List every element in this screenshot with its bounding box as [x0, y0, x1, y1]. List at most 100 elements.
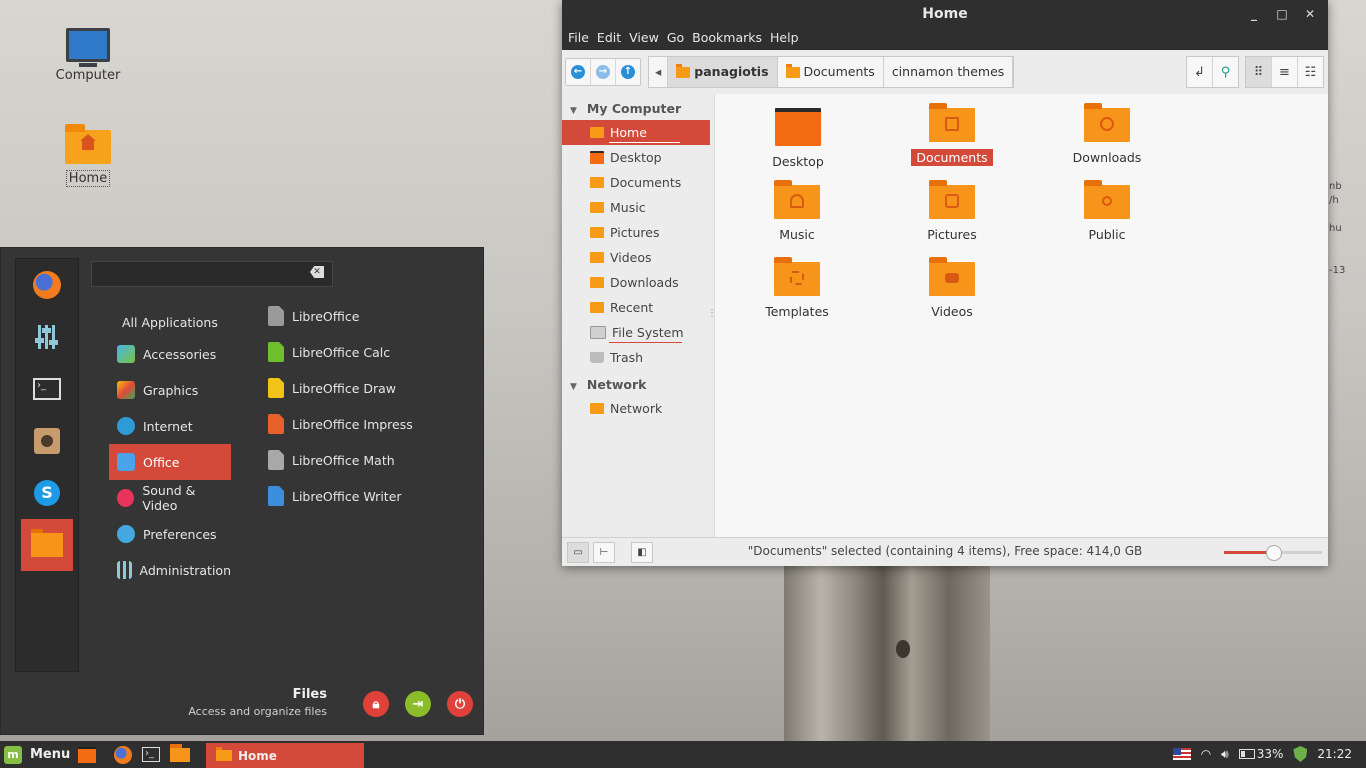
sidebar-item-pictures[interactable]: Pictures: [562, 220, 714, 245]
icon-view-button[interactable]: ⠿: [1246, 57, 1272, 87]
volume-icon[interactable]: 🔊︎: [1221, 747, 1229, 762]
battery-indicator[interactable]: 33%: [1238, 747, 1283, 761]
keyboard-layout-us-flag-icon[interactable]: [1172, 748, 1191, 760]
folder-item-public[interactable]: Public: [1062, 180, 1152, 243]
category-office[interactable]: Office: [109, 444, 231, 480]
folder-item-pictures[interactable]: Pictures: [907, 180, 997, 243]
category-graphics[interactable]: Graphics: [109, 372, 231, 408]
breadcrumb-documents[interactable]: Documents: [778, 57, 884, 87]
launcher-show-desktop[interactable]: [76, 744, 98, 765]
sidebar-item-network[interactable]: Network: [562, 396, 714, 421]
category-preferences[interactable]: Preferences: [109, 516, 231, 552]
menu-search-input[interactable]: [92, 262, 304, 286]
favorite-update-manager[interactable]: [16, 415, 78, 467]
folder-item-templates[interactable]: Templates: [752, 257, 842, 320]
sidebar-item-recent[interactable]: Recent: [562, 295, 714, 320]
music-folder-icon: [774, 180, 820, 219]
sidebar-item-downloads[interactable]: Downloads: [562, 270, 714, 295]
back-button[interactable]: ←: [566, 59, 591, 85]
menu-search-box: ✕: [91, 261, 333, 287]
category-accessories[interactable]: Accessories: [109, 336, 231, 372]
category-internet[interactable]: Internet: [109, 408, 231, 444]
launcher-firefox[interactable]: [112, 744, 134, 765]
menu-button[interactable]: m Menu: [4, 744, 70, 765]
favorite-terminal[interactable]: [16, 363, 78, 415]
maximize-button[interactable]: □: [1272, 0, 1292, 28]
folder-item-downloads[interactable]: Downloads: [1062, 103, 1152, 166]
location-toggle-button[interactable]: ↲: [1187, 57, 1213, 87]
drive-icon: [590, 326, 606, 339]
favorite-files[interactable]: [21, 519, 73, 571]
sidebar-item-videos[interactable]: Videos: [562, 245, 714, 270]
menu-bookmarks[interactable]: Bookmarks: [690, 28, 768, 50]
sidebar-item-file-system[interactable]: File System: [562, 320, 714, 345]
desktop-icon-computer[interactable]: Computer: [43, 28, 133, 83]
menu-go[interactable]: Go: [665, 28, 690, 50]
launcher-terminal[interactable]: [140, 744, 162, 765]
forward-button[interactable]: →: [591, 59, 616, 85]
search-button[interactable]: ⚲: [1213, 57, 1238, 87]
zoom-slider-handle[interactable]: [1266, 545, 1282, 561]
home-folder-icon: [65, 124, 111, 164]
app-libreoffice-draw[interactable]: LibreOffice Draw: [268, 370, 468, 406]
app-libreoffice-math[interactable]: LibreOffice Math: [268, 442, 468, 478]
breadcrumb-panagiotis[interactable]: panagiotis: [668, 57, 778, 87]
menu-view[interactable]: View: [627, 28, 665, 50]
app-label: LibreOffice Impress: [292, 416, 413, 432]
window-titlebar[interactable]: Home _ □ ✕: [562, 0, 1328, 28]
compact-view-button[interactable]: ☷: [1298, 57, 1323, 87]
folder-item-music[interactable]: Music: [752, 180, 842, 243]
office-icon: [117, 453, 135, 471]
logout-button[interactable]: ⇥: [405, 691, 431, 717]
menu-edit[interactable]: Edit: [595, 28, 627, 50]
desktop-wallpaper-post: [784, 560, 990, 744]
category-label: Preferences: [143, 526, 217, 542]
minimize-button[interactable]: _: [1244, 0, 1264, 28]
favorites-bar: S: [15, 258, 79, 672]
sidebar-item-home[interactable]: Home: [562, 120, 710, 145]
breadcrumb-scroll-left[interactable]: ◂: [649, 57, 669, 87]
clear-search-icon[interactable]: ✕: [310, 266, 324, 278]
update-manager-shield-icon[interactable]: [1293, 746, 1308, 762]
breadcrumb-cinnamon-themes[interactable]: cinnamon themes: [884, 57, 1014, 87]
desktop-icon-home[interactable]: Home: [43, 124, 133, 187]
folder-item-videos[interactable]: Videos: [907, 257, 997, 320]
close-button[interactable]: ✕: [1300, 0, 1320, 28]
category-sound-video[interactable]: Sound & Video: [109, 480, 231, 516]
clock[interactable]: 21:22: [1317, 747, 1352, 761]
menu-file[interactable]: File: [566, 28, 595, 50]
sidebar-header-network[interactable]: ▼ Network: [562, 374, 714, 396]
zoom-slider[interactable]: [1224, 545, 1322, 561]
taskbar-window-home[interactable]: Home: [206, 743, 364, 768]
graphics-icon: [117, 381, 135, 399]
breadcrumb-label: cinnamon themes: [891, 64, 1005, 79]
category-all-applications[interactable]: All Applications: [109, 308, 231, 336]
up-button[interactable]: ↑: [616, 59, 640, 85]
lock-screen-button[interactable]: 🔒︎: [363, 691, 389, 717]
expander-icon: ▼: [570, 382, 577, 392]
sidebar-item-documents[interactable]: Documents: [562, 170, 714, 195]
folder-item-desktop[interactable]: Desktop: [753, 108, 843, 170]
sidebar-item-desktop[interactable]: Desktop: [562, 145, 714, 170]
favorite-firefox[interactable]: [16, 259, 78, 311]
app-libreoffice[interactable]: LibreOffice: [268, 298, 468, 334]
launcher-files[interactable]: [169, 743, 191, 765]
app-libreoffice-impress[interactable]: LibreOffice Impress: [268, 406, 468, 442]
shutdown-button[interactable]: ⏻: [447, 691, 473, 717]
sidebar-header-my-computer[interactable]: ▼ My Computer: [562, 98, 714, 120]
app-libreoffice-writer[interactable]: LibreOffice Writer: [268, 478, 468, 514]
desktop-widget-fragment: nb/h hu -13: [1329, 181, 1346, 276]
mixer-settings-icon: [117, 561, 132, 579]
videos-folder-icon: [929, 257, 975, 296]
menu-help[interactable]: Help: [768, 28, 805, 50]
favorite-skype[interactable]: S: [16, 467, 78, 519]
sidebar-item-music[interactable]: Music: [562, 195, 714, 220]
category-administration[interactable]: Administration: [109, 552, 231, 588]
folder-item-documents[interactable]: Documents: [907, 103, 997, 166]
list-view-button[interactable]: ≡: [1272, 57, 1298, 87]
app-libreoffice-calc[interactable]: LibreOffice Calc: [268, 334, 468, 370]
favorite-settings[interactable]: [16, 311, 78, 363]
sidebar-item-trash[interactable]: Trash: [562, 345, 714, 370]
wifi-icon[interactable]: ◠: [1201, 747, 1211, 761]
lock-icon: 🔒︎: [372, 696, 380, 712]
